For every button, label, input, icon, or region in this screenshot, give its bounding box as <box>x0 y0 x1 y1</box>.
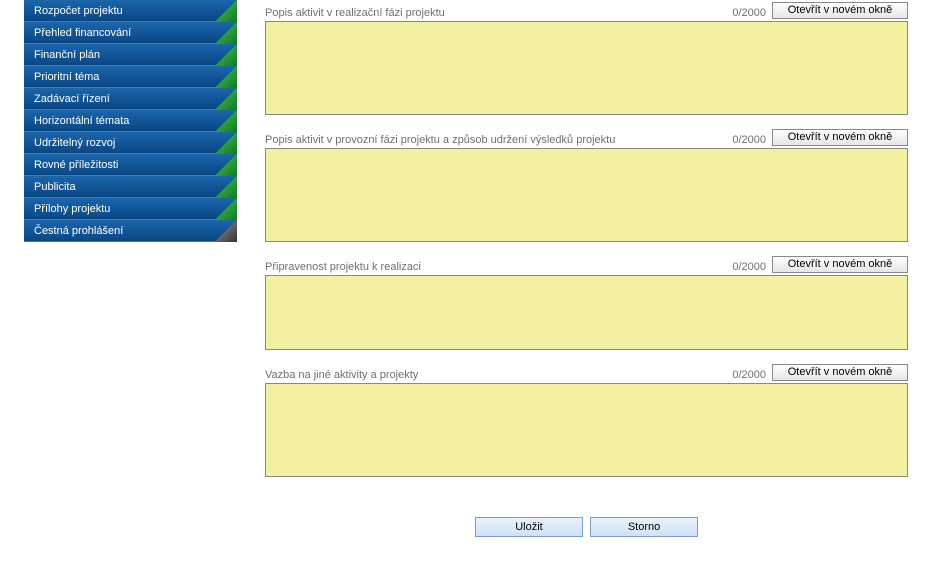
field-realizacni-faze: Popis aktivit v realizační fázi projektu… <box>265 2 908 115</box>
open-new-window-button[interactable]: Otevřít v novém okně <box>772 256 908 273</box>
sidebar-item-udrzitelny[interactable]: Udržitelný rozvoj <box>24 132 237 154</box>
sidebar-item-label: Čestná prohlášení <box>34 225 123 237</box>
sidebar-item-publicita[interactable]: Publicita <box>24 176 237 198</box>
char-counter: 0/2000 <box>625 261 772 273</box>
pripravenost-textarea[interactable] <box>266 276 907 349</box>
field-label: Popis aktivit v provozní fázi projektu a… <box>265 134 625 146</box>
field-label: Popis aktivit v realizační fázi projektu <box>265 7 625 19</box>
field-provozni-faze: Popis aktivit v provozní fázi projektu a… <box>265 129 908 242</box>
sidebar-item-prehled[interactable]: Přehled financování <box>24 22 237 44</box>
sidebar-item-rovne[interactable]: Rovné příležitosti <box>24 154 237 176</box>
sidebar-item-label: Publicita <box>34 181 76 193</box>
sidebar-item-prilohy[interactable]: Přílohy projektu <box>24 198 237 220</box>
sidebar-item-label: Přílohy projektu <box>34 203 110 215</box>
provozni-faze-textarea[interactable] <box>266 149 907 241</box>
field-label: Připravenost projektu k realizaci <box>265 261 625 273</box>
sidebar-item-label: Zadávací řízení <box>34 93 110 105</box>
sidebar-item-label: Horizontální témata <box>34 115 129 127</box>
sidebar-item-label: Rovné příležitosti <box>34 159 118 171</box>
vazba-textarea[interactable] <box>266 384 907 476</box>
open-new-window-button[interactable]: Otevřít v novém okně <box>772 2 908 19</box>
sidebar-item-cestna[interactable]: Čestná prohlášení <box>24 220 237 242</box>
char-counter: 0/2000 <box>625 369 772 381</box>
sidebar-nav: Rozpočet projektu Přehled financování Fi… <box>0 0 237 242</box>
realizacni-faze-textarea[interactable] <box>266 22 907 114</box>
sidebar-item-zadavaci-rizeni[interactable]: Zadávací řízení <box>24 88 237 110</box>
char-counter: 0/2000 <box>625 7 772 19</box>
sidebar-item-horizontalni[interactable]: Horizontální témata <box>24 110 237 132</box>
footer-buttons: Uložit Storno <box>265 517 908 537</box>
sidebar-item-label: Přehled financování <box>34 27 131 39</box>
field-vazba: Vazba na jiné aktivity a projekty 0/2000… <box>265 364 908 477</box>
sidebar-item-rozpocet[interactable]: Rozpočet projektu <box>24 0 237 22</box>
cancel-button[interactable]: Storno <box>590 517 698 537</box>
sidebar-item-label: Prioritní téma <box>34 71 99 83</box>
sidebar-item-financni-plan[interactable]: Finanční plán <box>24 44 237 66</box>
open-new-window-button[interactable]: Otevřít v novém okně <box>772 129 908 146</box>
open-new-window-button[interactable]: Otevřít v novém okně <box>772 364 908 381</box>
save-button[interactable]: Uložit <box>475 517 583 537</box>
sidebar-item-label: Udržitelný rozvoj <box>34 137 115 149</box>
main-form: Popis aktivit v realizační fázi projektu… <box>237 0 932 537</box>
field-pripravenost: Připravenost projektu k realizaci 0/2000… <box>265 256 908 350</box>
sidebar-item-label: Finanční plán <box>34 49 100 61</box>
sidebar-item-prioritni-tema[interactable]: Prioritní téma <box>24 66 237 88</box>
sidebar-item-label: Rozpočet projektu <box>34 5 123 17</box>
char-counter: 0/2000 <box>625 134 772 146</box>
field-label: Vazba na jiné aktivity a projekty <box>265 369 625 381</box>
